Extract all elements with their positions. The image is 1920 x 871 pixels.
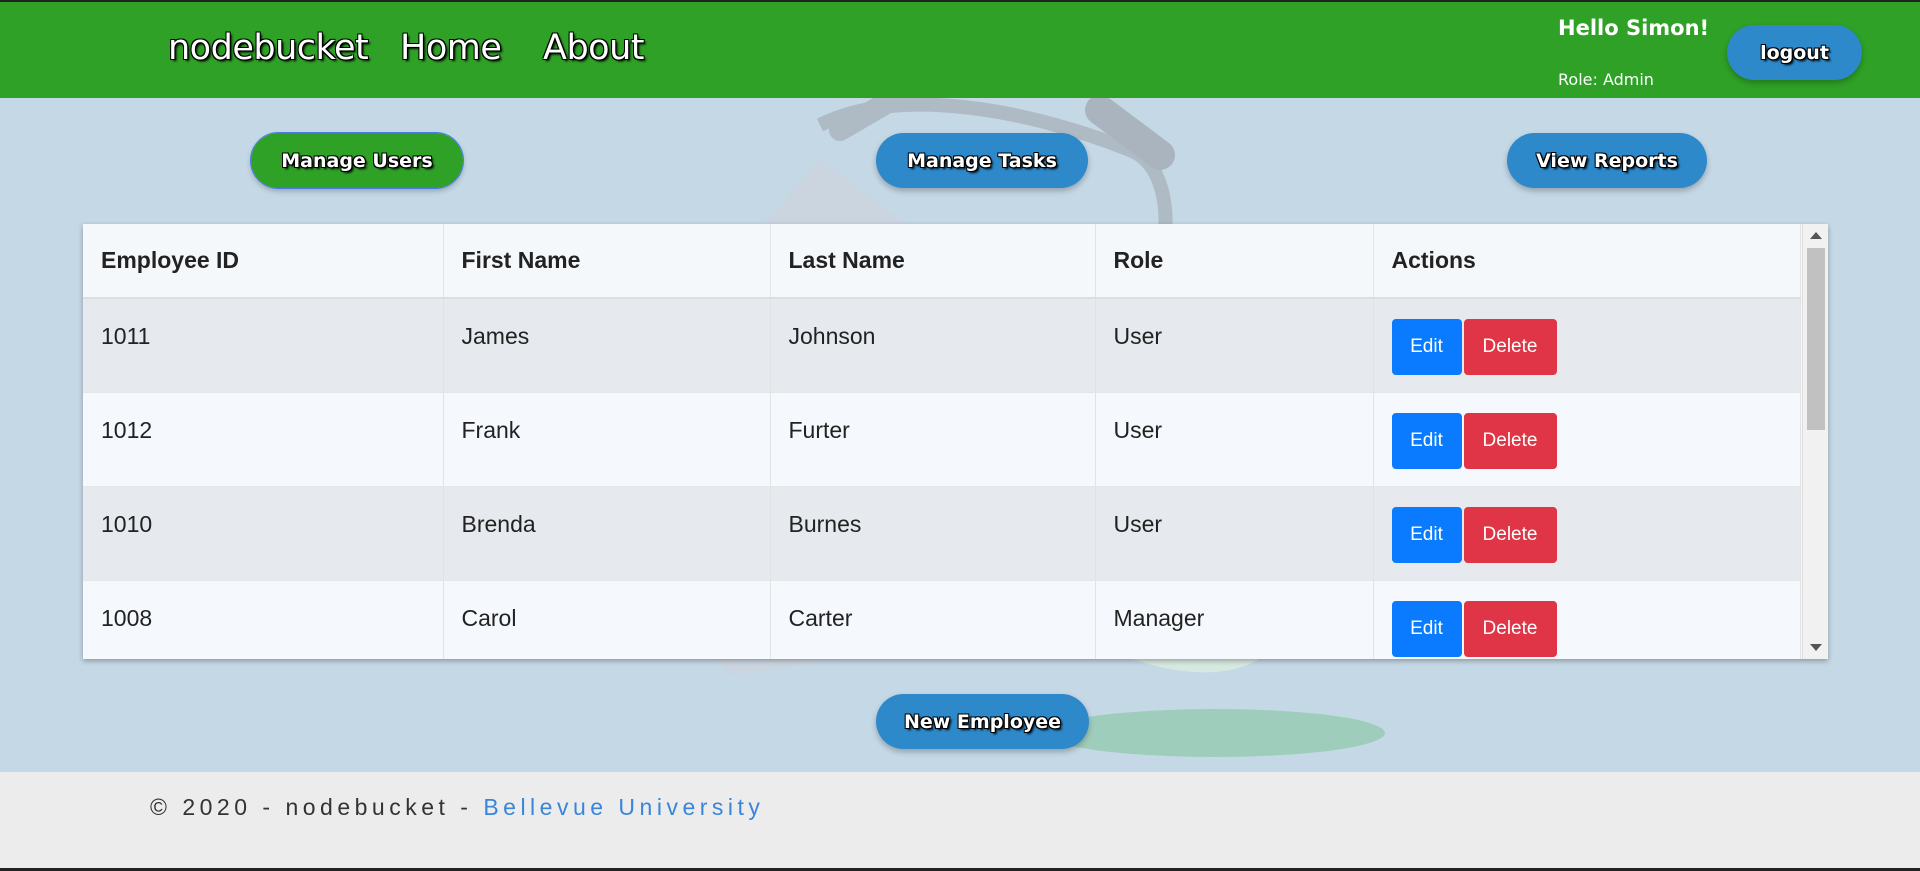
footer-text: © 2020 - nodebucket - Bellevue Universit… xyxy=(150,794,764,821)
delete-button[interactable]: Delete xyxy=(1463,412,1557,469)
cell-employee-id: 1011 xyxy=(83,298,444,393)
table-header-row: Employee ID First Name Last Name Role Ac… xyxy=(83,224,1801,299)
manage-users-button[interactable]: Manage Users xyxy=(250,132,464,189)
cell-last-name: Johnson xyxy=(770,298,1096,393)
header-role: Role xyxy=(1095,224,1374,299)
cell-last-name: Furter xyxy=(770,392,1096,487)
user-role: Role: Admin xyxy=(1558,70,1654,89)
cell-actions: Edit Delete xyxy=(1373,486,1801,581)
cell-employee-id: 1008 xyxy=(83,580,444,659)
cell-first-name: Carol xyxy=(443,580,771,659)
cell-actions: Edit Delete xyxy=(1373,580,1801,659)
edit-button[interactable]: Edit xyxy=(1391,600,1462,657)
edit-button[interactable]: Edit xyxy=(1391,412,1462,469)
cell-role: Manager xyxy=(1095,580,1374,659)
footer-copyright: © 2020 - nodebucket - xyxy=(150,794,484,820)
table-row: 1012 Frank Furter User Edit Delete xyxy=(83,392,1801,487)
header-employee-id: Employee ID xyxy=(83,224,444,299)
edit-button[interactable]: Edit xyxy=(1391,319,1462,375)
cell-role: User xyxy=(1095,298,1374,393)
page-footer: © 2020 - nodebucket - Bellevue Universit… xyxy=(0,772,1920,871)
manage-tasks-button[interactable]: Manage Tasks xyxy=(876,133,1088,188)
brand-link[interactable]: nodebucket xyxy=(168,28,369,68)
header-first-name: First Name xyxy=(443,224,771,299)
table-row: 1011 James Johnson User Edit Delete xyxy=(83,298,1801,393)
scrollbar-thumb[interactable] xyxy=(1807,248,1825,430)
cell-actions: Edit Delete xyxy=(1373,298,1801,393)
cell-role: User xyxy=(1095,392,1374,487)
cell-first-name: Brenda xyxy=(443,486,771,581)
view-reports-button[interactable]: View Reports xyxy=(1507,133,1707,188)
cell-employee-id: 1012 xyxy=(83,392,444,487)
cell-first-name: James xyxy=(443,298,771,393)
cell-first-name: Frank xyxy=(443,392,771,487)
delete-button[interactable]: Delete xyxy=(1463,319,1557,375)
cell-actions: Edit Delete xyxy=(1373,392,1801,487)
edit-button[interactable]: Edit xyxy=(1391,506,1462,563)
nav-about-link[interactable]: About xyxy=(543,28,644,68)
table-scrollbar[interactable] xyxy=(1802,224,1828,659)
table-row: 1010 Brenda Burnes User Edit Delete xyxy=(83,486,1801,581)
delete-button[interactable]: Delete xyxy=(1463,506,1557,563)
nav-home-link[interactable]: Home xyxy=(400,28,502,68)
header-actions: Actions xyxy=(1373,224,1801,299)
cell-last-name: Carter xyxy=(770,580,1096,659)
scroll-down-arrow-icon[interactable] xyxy=(1810,644,1822,651)
new-employee-button[interactable]: New Employee xyxy=(876,694,1089,749)
table-row: 1008 Carol Carter Manager Edit Delete xyxy=(83,580,1801,659)
scroll-up-arrow-icon[interactable] xyxy=(1810,232,1822,239)
cell-employee-id: 1010 xyxy=(83,486,444,581)
top-navbar: nodebucket Home About Hello Simon! Role:… xyxy=(0,0,1920,98)
delete-button[interactable]: Delete xyxy=(1463,600,1557,657)
logout-button[interactable]: logout xyxy=(1727,25,1862,80)
cell-last-name: Burnes xyxy=(770,486,1096,581)
user-greeting: Hello Simon! xyxy=(1558,16,1710,40)
employee-table: Employee ID First Name Last Name Role Ac… xyxy=(83,224,1801,659)
bellevue-university-link[interactable]: Bellevue University xyxy=(483,794,764,820)
header-last-name: Last Name xyxy=(770,224,1096,299)
employee-table-panel[interactable]: Employee ID First Name Last Name Role Ac… xyxy=(83,224,1828,659)
cell-role: User xyxy=(1095,486,1374,581)
